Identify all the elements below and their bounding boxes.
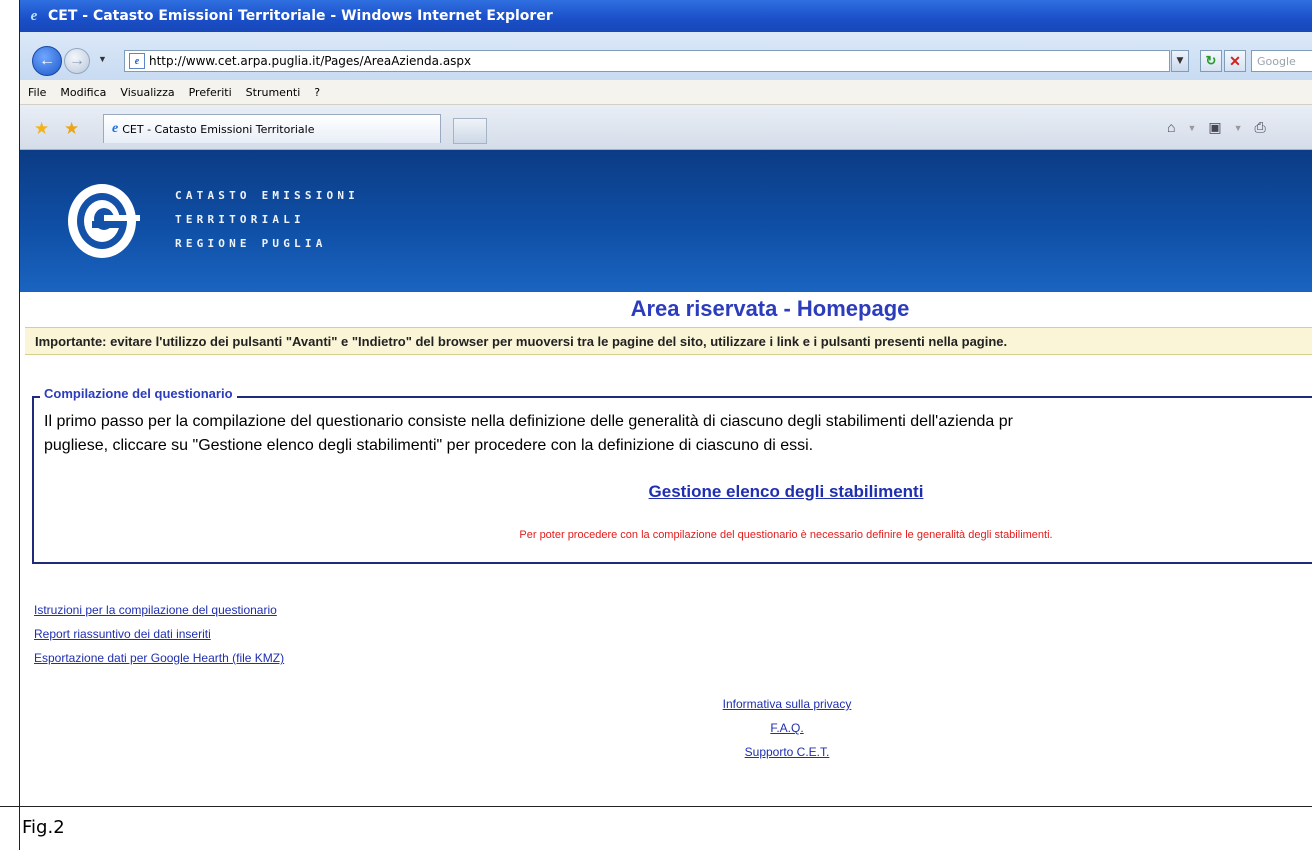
intro-line-1: Il primo passo per la compilazione del q… [44, 413, 1013, 430]
address-toolbar: ← → ▼ e http://www.cet.arpa.puglia.it/Pa… [20, 32, 1312, 87]
figure-divider [0, 806, 1312, 807]
required-message: Per poter procedere con la compilazione … [519, 529, 1053, 541]
footer-links: Informativa sulla privacy F.A.Q. Support… [20, 692, 1312, 764]
window-titlebar: e CET - Catasto Emissioni Territoriale -… [20, 0, 1312, 32]
banner-text: Catasto Emissioni Territoriali Regione P… [175, 184, 359, 256]
back-button[interactable]: ← [32, 46, 62, 76]
history-dropdown-icon[interactable]: ▼ [98, 54, 107, 64]
search-input[interactable]: Google [1251, 50, 1312, 72]
tab-cet[interactable]: e CET - Catasto Emissioni Territoriale [103, 114, 441, 143]
menu-visualizza[interactable]: Visualizza [113, 86, 181, 99]
privacy-link[interactable]: Informativa sulla privacy [20, 692, 1312, 716]
print-icon[interactable]: ⎙ [1255, 119, 1266, 136]
left-links: Istruzioni per la compilazione del quest… [34, 598, 284, 670]
favorites-star-icon[interactable]: ★ [34, 119, 49, 139]
refresh-button[interactable]: ↻ [1200, 50, 1222, 72]
banner-line-2: Territoriali [175, 213, 305, 226]
ie-tab-icon: e [112, 121, 119, 136]
supporto-link[interactable]: Supporto C.E.T. [20, 740, 1312, 764]
intro-line-2: pugliese, cliccare su "Gestione elenco d… [44, 437, 814, 454]
page-title: Area riservata - Homepage [630, 296, 910, 321]
home-dropdown-icon[interactable]: ▼ [1187, 119, 1196, 136]
menu-modifica[interactable]: Modifica [53, 86, 113, 99]
home-icon[interactable]: ⌂ [1167, 119, 1175, 136]
figure-caption: Fig.2 [22, 817, 65, 838]
report-link[interactable]: Report riassuntivo dei dati inseriti [34, 622, 284, 646]
menu-strumenti[interactable]: Strumenti [239, 86, 308, 99]
page-icon: e [129, 53, 145, 69]
address-bar[interactable]: e http://www.cet.arpa.puglia.it/Pages/Ar… [124, 50, 1189, 72]
menu-help[interactable]: ? [307, 86, 327, 99]
tab-bar: ★ ★ e CET - Catasto Emissioni Territoria… [20, 105, 1312, 150]
istruzioni-link[interactable]: Istruzioni per la compilazione del quest… [34, 598, 284, 622]
stop-button[interactable]: ✕ [1224, 50, 1246, 72]
faq-link[interactable]: F.A.Q. [20, 716, 1312, 740]
command-bar: ⌂ ▼ ▣ ▼ ⎙ [1167, 119, 1266, 136]
window-title: CET - Catasto Emissioni Territoriale - W… [48, 8, 553, 24]
intro-paragraph: Il primo passo per la compilazione del q… [44, 410, 1312, 458]
new-tab-button[interactable] [453, 118, 487, 144]
menu-file[interactable]: File [20, 86, 53, 99]
fieldset-legend: Compilazione del questionario [40, 386, 237, 401]
warning-banner: Importante: evitare l'utilizzo dei pulsa… [25, 327, 1312, 355]
export-kmz-link[interactable]: Esportazione dati per Google Hearth (fil… [34, 646, 284, 670]
tab-label: CET - Catasto Emissioni Territoriale [122, 122, 315, 136]
feeds-icon[interactable]: ▣ [1208, 119, 1221, 136]
address-url[interactable]: http://www.cet.arpa.puglia.it/Pages/Area… [149, 54, 471, 68]
site-banner: Catasto Emissioni Territoriali Regione P… [20, 150, 1312, 292]
address-dropdown-icon[interactable]: ▼ [1171, 50, 1189, 72]
menu-preferiti[interactable]: Preferiti [182, 86, 239, 99]
menu-bar: File Modifica Visualizza Preferiti Strum… [20, 80, 1312, 105]
add-favorites-icon[interactable]: ★ [64, 119, 79, 139]
browser-window: e CET - Catasto Emissioni Territoriale -… [19, 0, 1312, 806]
ie-logo-icon: e [30, 7, 38, 24]
figure-left-border [19, 806, 20, 850]
cet-logo-icon [68, 184, 140, 258]
feeds-dropdown-icon[interactable]: ▼ [1234, 119, 1243, 136]
banner-line-3: Regione Puglia [175, 237, 327, 250]
forward-button[interactable]: → [64, 48, 90, 74]
banner-line-1: Catasto Emissioni [175, 189, 359, 202]
gestione-stabilimenti-link[interactable]: Gestione elenco degli stabilimenti [20, 482, 1312, 502]
